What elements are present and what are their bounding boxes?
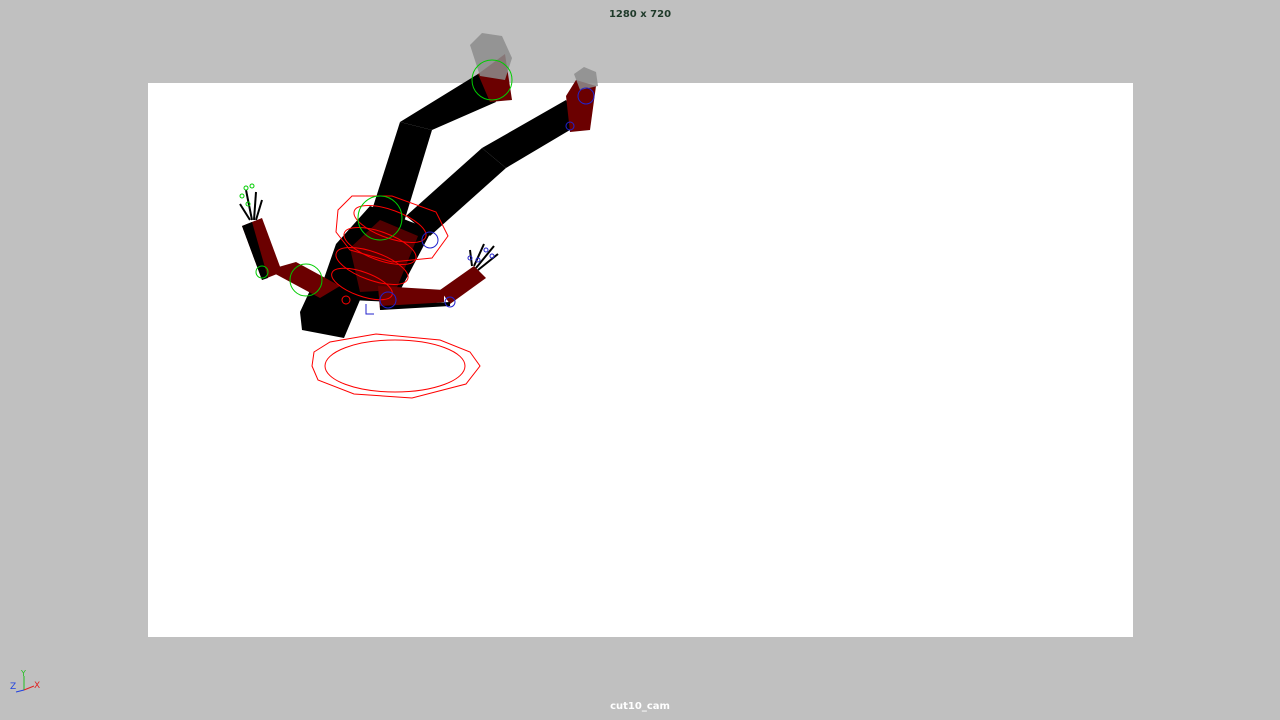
- axis-gizmo: Y X Z: [10, 669, 40, 693]
- foot-left[interactable]: [470, 33, 512, 80]
- root-control-outer[interactable]: [311, 333, 481, 399]
- clavicle-marker[interactable]: [365, 304, 374, 315]
- axis-z-label: Z: [10, 682, 16, 692]
- axis-z-line: [15, 689, 25, 693]
- axis-x-line: [23, 685, 35, 691]
- camera-name-label: cut10_cam: [610, 701, 670, 712]
- scene-view[interactable]: [0, 0, 1280, 720]
- character-rig[interactable]: [239, 33, 598, 338]
- axis-x-label: X: [34, 681, 40, 691]
- axis-y-label: Y: [20, 669, 26, 678]
- leg-right-shin[interactable]: [482, 100, 580, 168]
- resolution-label: 1280 x 720: [608, 9, 672, 20]
- root-control-inner[interactable]: [324, 339, 466, 393]
- viewport-panel[interactable]: 1280 x 720 Y X Z cut10_cam: [0, 0, 1280, 720]
